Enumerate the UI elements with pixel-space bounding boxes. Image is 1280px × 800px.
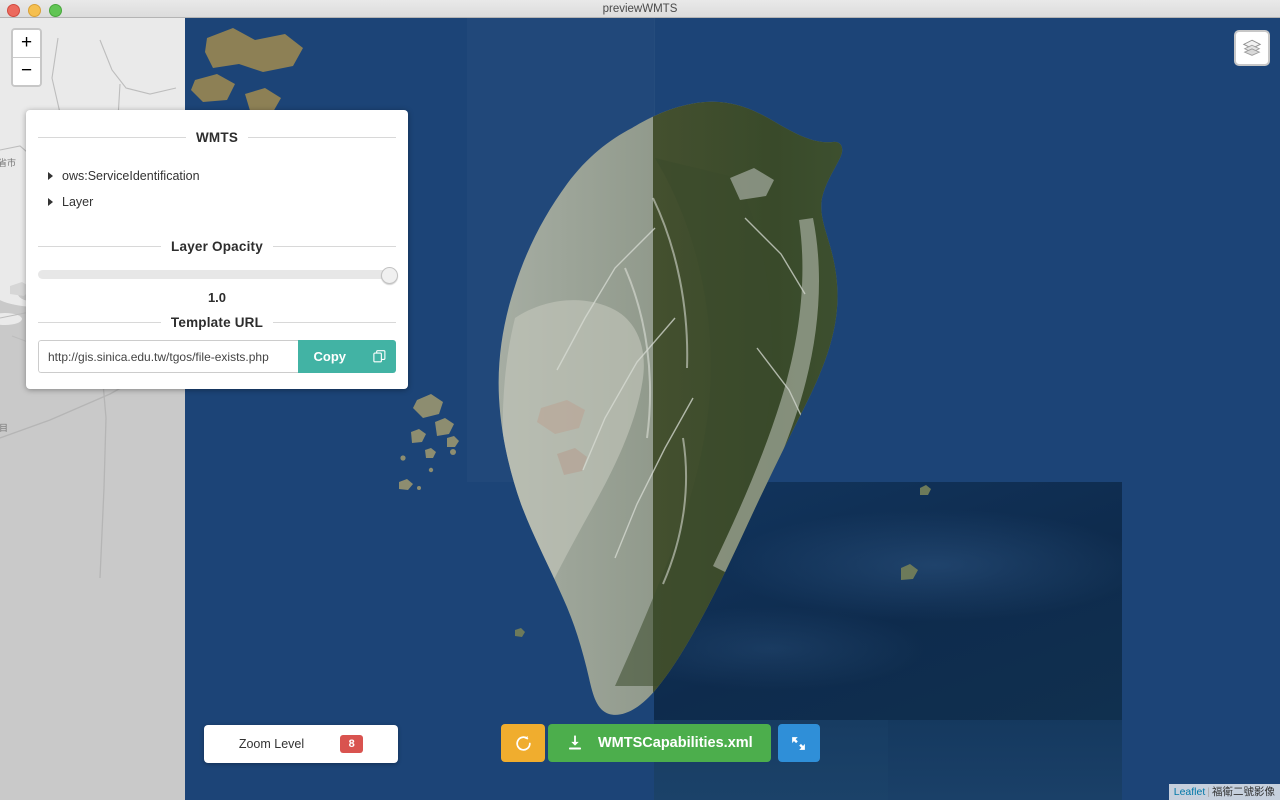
attribution-separator: |: [1207, 786, 1210, 798]
rule-right: [248, 137, 397, 138]
tree-item-layer[interactable]: Layer: [48, 189, 396, 215]
copy-button[interactable]: Copy: [297, 340, 362, 373]
layers-stack-icon: [1242, 39, 1262, 56]
tree-item-label: Layer: [62, 195, 94, 209]
wmts-section-title: WMTS: [195, 130, 239, 145]
opacity-value: 1.0: [207, 290, 227, 305]
wmts-section-header: WMTS: [38, 130, 397, 145]
tree-item-label: ows:ServiceIdentification: [62, 169, 200, 183]
template-url-section-title: Template URL: [170, 315, 264, 330]
copy-icon-button[interactable]: [362, 340, 396, 373]
basemap-label-1: 目: [0, 423, 9, 433]
zoom-level-indicator[interactable]: Zoom Level 8: [204, 725, 398, 763]
template-url-row: Copy: [38, 340, 396, 373]
rule-left: [38, 137, 186, 138]
caret-right-icon: [48, 198, 53, 206]
basemap-label-0: 省市: [0, 158, 17, 168]
opacity-section-title: Layer Opacity: [171, 239, 263, 254]
window-titlebar: previewWMTS: [0, 0, 1280, 18]
template-url-input[interactable]: [38, 340, 298, 373]
app-window: previewWMTS 省市 目 + − WMTS ows:ServiceIde…: [0, 0, 1280, 800]
opacity-slider-handle[interactable]: [381, 267, 398, 284]
rule-left: [38, 322, 161, 323]
refresh-ccw-icon: [515, 735, 531, 751]
template-url-section-header: Template URL: [38, 315, 397, 330]
zoom-out-button[interactable]: −: [13, 58, 40, 85]
download-button-label: WMTSCapabilities.xml: [598, 735, 753, 751]
leaflet-link[interactable]: Leaflet: [1174, 786, 1206, 798]
rule-left: [38, 246, 162, 247]
zoom-control[interactable]: + −: [11, 28, 42, 87]
expand-button[interactable]: [777, 724, 820, 762]
map-attribution: Leaflet | 福衛二號影像: [1168, 784, 1280, 800]
zoom-in-button[interactable]: +: [13, 30, 40, 58]
caret-right-icon: [48, 172, 53, 180]
download-capabilities-button[interactable]: WMTSCapabilities.xml: [548, 724, 771, 762]
action-button-bar: WMTSCapabilities.xml: [501, 724, 820, 762]
map-canvas[interactable]: 省市 目 + − WMTS ows:ServiceIdentification …: [0, 18, 1280, 800]
zoom-level-label: Zoom Level: [238, 737, 305, 751]
capabilities-tree: ows:ServiceIdentification Layer: [38, 149, 396, 231]
layers-control-button[interactable]: [1234, 30, 1270, 66]
attribution-source: 福衛二號影像: [1212, 786, 1275, 798]
opacity-slider-row: [38, 258, 398, 284]
download-icon: [569, 735, 581, 750]
window-title: previewWMTS: [602, 3, 678, 15]
penghu-islands: [399, 394, 459, 490]
expand-arrows-icon: [792, 736, 806, 750]
rule-right: [273, 322, 397, 323]
wmts-settings-panel: WMTS ows:ServiceIdentification Layer Lay…: [26, 110, 408, 389]
opacity-slider[interactable]: [38, 267, 398, 284]
refresh-button[interactable]: [501, 724, 545, 762]
zoom-level-badge: 8: [340, 735, 364, 753]
copy-pages-icon: [372, 350, 385, 363]
opacity-section-header: Layer Opacity: [38, 239, 396, 254]
tree-item-service-identification[interactable]: ows:ServiceIdentification: [48, 163, 396, 189]
rule-right: [272, 246, 396, 247]
